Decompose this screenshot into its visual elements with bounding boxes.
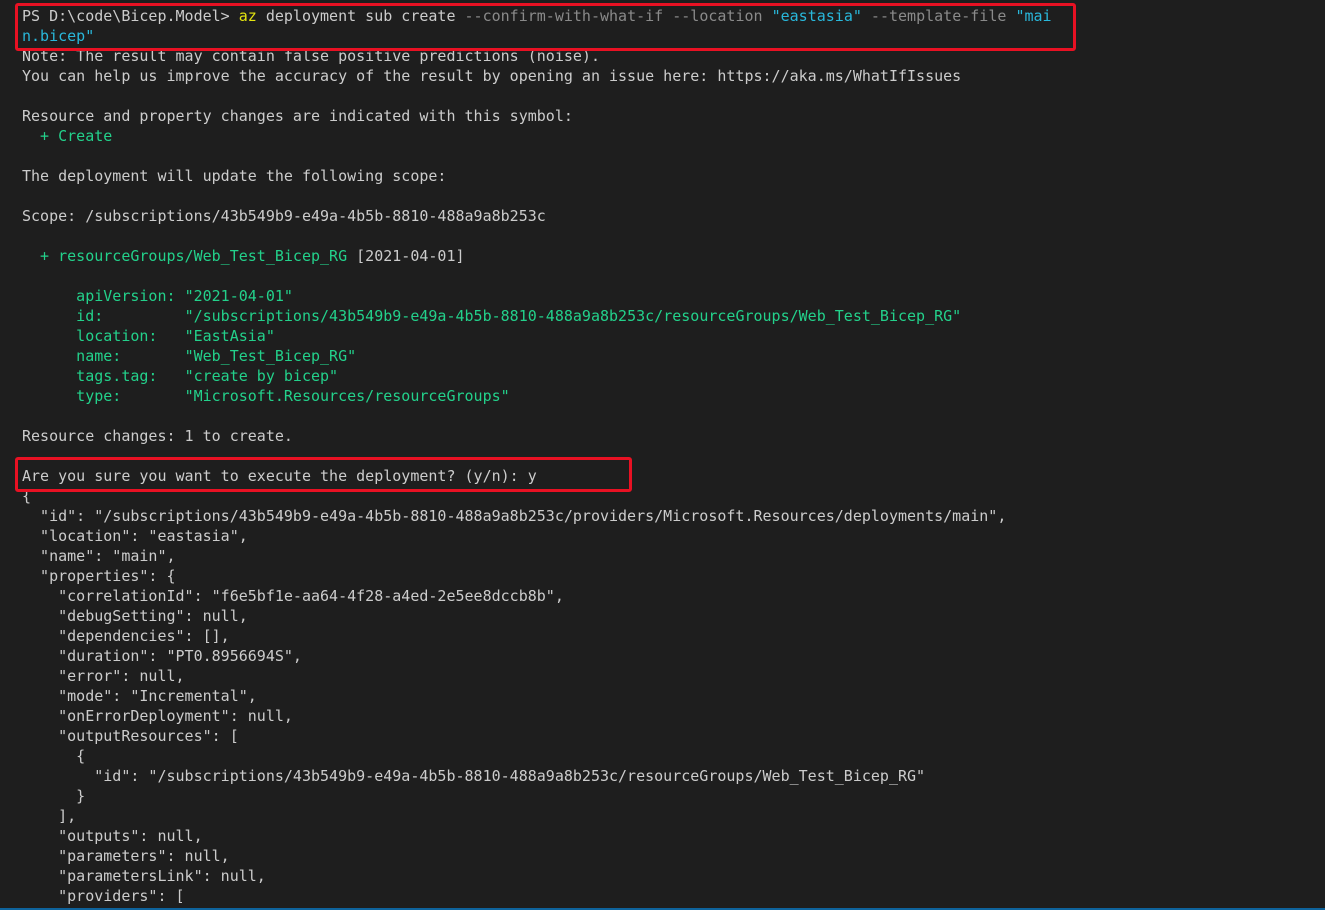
json-line: ], — [22, 807, 77, 825]
property-value: "/subscriptions/43b549b9-e49a-4b5b-8810-… — [184, 307, 962, 325]
json-line: "outputResources": [ — [22, 727, 239, 745]
json-line: { — [22, 747, 86, 765]
resource-api-tag: [2021-04-01] — [347, 247, 465, 265]
json-line: "dependencies": [], — [22, 627, 230, 645]
json-line: "providers": [ — [22, 887, 185, 905]
json-line: "correlationId": "f6e5bf1e-aa64-4f28-a4e… — [22, 587, 564, 605]
property-value: "create by bicep" — [184, 367, 339, 385]
property-key: name: — [22, 347, 185, 365]
json-line: "id": "/subscriptions/43b549b9-e49a-4b5b… — [22, 507, 1007, 525]
json-line: "debugSetting": null, — [22, 607, 248, 625]
property-key: apiVersion: — [22, 287, 185, 305]
property-row: tags.tag: "create by bicep" — [22, 366, 338, 386]
json-line: "properties": { — [22, 567, 176, 585]
property-row: name: "Web_Test_Bicep_RG" — [22, 346, 356, 366]
property-row: type: "Microsoft.Resources/resourceGroup… — [22, 386, 510, 406]
json-line: } — [22, 787, 86, 805]
property-key: id: — [22, 307, 185, 325]
property-value: "2021-04-01" — [184, 287, 293, 305]
json-line: "id": "/subscriptions/43b549b9-e49a-4b5b… — [22, 767, 926, 785]
property-key: tags.tag: — [22, 367, 185, 385]
property-key: location: — [22, 327, 185, 345]
resource-name: + resourceGroups/Web_Test_Bicep_RG — [22, 247, 348, 265]
scope-line: Scope: /subscriptions/43b549b9-e49a-4b5b… — [22, 207, 546, 225]
json-line: "name": "main", — [22, 547, 176, 565]
property-row: id: "/subscriptions/43b549b9-e49a-4b5b-8… — [22, 306, 961, 326]
json-line: "location": "eastasia", — [22, 527, 248, 545]
property-value: "Microsoft.Resources/resourceGroups" — [184, 387, 510, 405]
confirm-highlight-box — [15, 457, 632, 492]
note-help: You can help us improve the accuracy of … — [22, 67, 962, 85]
json-line: "error": null, — [22, 667, 185, 685]
property-row: apiVersion: "2021-04-01" — [22, 286, 293, 306]
property-value: "Web_Test_Bicep_RG" — [184, 347, 357, 365]
property-value: "EastAsia" — [184, 327, 275, 345]
json-line: "duration": "PT0.8956694S", — [22, 647, 302, 665]
json-line: "parametersLink": null, — [22, 867, 266, 885]
create-symbol: + Create — [22, 127, 113, 145]
resource-changes-summary: Resource changes: 1 to create. — [22, 427, 293, 445]
property-key: type: — [22, 387, 185, 405]
json-line: "parameters": null, — [22, 847, 230, 865]
command-highlight-box — [15, 3, 1076, 51]
json-line: "outputs": null, — [22, 827, 203, 845]
property-row: location: "EastAsia" — [22, 326, 275, 346]
legend-create: + Create — [22, 126, 112, 146]
resource-header: + resourceGroups/Web_Test_Bicep_RG [2021… — [22, 246, 465, 266]
json-line: "mode": "Incremental", — [22, 687, 257, 705]
legend-heading: Resource and property changes are indica… — [22, 107, 573, 125]
terminal-output[interactable]: PS D:\code\Bicep.Model> az deployment su… — [0, 0, 1325, 910]
scope-update-text: The deployment will update the following… — [22, 167, 447, 185]
json-line: "onErrorDeployment": null, — [22, 707, 293, 725]
